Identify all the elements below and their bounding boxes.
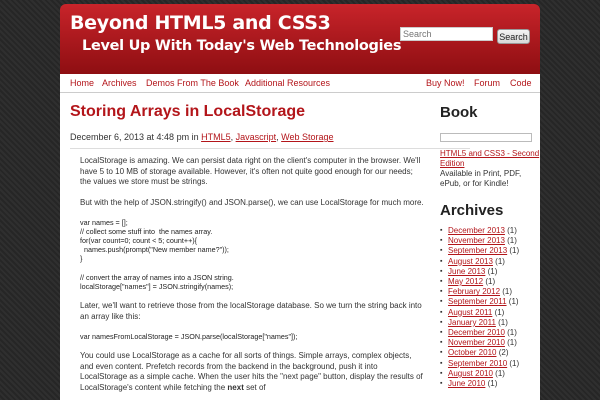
- archive-link[interactable]: September 2010: [448, 359, 507, 368]
- archive-item: November 2010 (1): [440, 338, 540, 348]
- archive-link[interactable]: August 2011: [448, 308, 492, 317]
- archive-link[interactable]: June 2010: [448, 379, 485, 388]
- archive-item: September 2013 (1): [440, 246, 540, 256]
- archive-count: (1): [495, 317, 508, 327]
- archive-item: August 2011 (1): [440, 308, 540, 318]
- book-widget-title: Book: [440, 104, 478, 121]
- archives-list: December 2013 (1) November 2013 (1) Sept…: [440, 226, 540, 389]
- archive-link[interactable]: November 2010: [448, 338, 505, 347]
- category-link-javascript[interactable]: Javascript: [236, 132, 277, 142]
- site-tagline: Level Up With Today's Web Technologies: [82, 38, 402, 54]
- archive-link[interactable]: November 2013: [448, 236, 505, 245]
- archive-item: January 2011 (1): [440, 318, 540, 328]
- category-link-web-storage[interactable]: Web Storage: [281, 132, 333, 142]
- archive-count: (1): [504, 226, 517, 235]
- archive-count: (1): [483, 277, 496, 287]
- archive-link[interactable]: January 2011: [448, 318, 496, 327]
- post-meta: December 6, 2013 at 4:48 pm in HTML5, Ja…: [70, 132, 334, 142]
- archive-item: September 2011 (1): [440, 297, 540, 307]
- archive-count: (1): [492, 307, 505, 317]
- archive-link[interactable]: October 2010: [448, 348, 496, 357]
- site-title[interactable]: Beyond HTML5 and CSS3: [70, 12, 331, 34]
- sidebar: Book HTML5 and CSS3 - Second Edition Ava…: [440, 104, 540, 389]
- archive-item: August 2013 (1): [440, 257, 540, 267]
- nav-additional-resources[interactable]: Additional Resources: [245, 78, 330, 88]
- book-description: Available in Print, PDF, ePub, or for Ki…: [440, 169, 522, 188]
- site-header: Beyond HTML5 and CSS3 Level Up With Toda…: [60, 4, 540, 74]
- archive-link[interactable]: August 2010: [448, 369, 493, 378]
- archive-item: December 2010 (1): [440, 328, 540, 338]
- archive-link[interactable]: May 2012: [448, 277, 483, 286]
- archive-count: (1): [485, 379, 498, 389]
- paragraph: Later, we'll want to retrieve those from…: [80, 301, 422, 321]
- archive-count: (1): [504, 236, 517, 246]
- post-body: LocalStorage is amazing. We can persist …: [80, 156, 426, 400]
- nav-demos[interactable]: Demos From The Book: [146, 78, 239, 88]
- book-link[interactable]: HTML5 and CSS3 - Second Edition: [440, 149, 540, 169]
- page-content: Home Archives Demos From The Book Additi…: [60, 74, 540, 400]
- post-title[interactable]: Storing Arrays in LocalStorage: [70, 103, 305, 121]
- archive-item: June 2013 (1): [440, 267, 540, 277]
- category-link-html5[interactable]: HTML5: [201, 132, 231, 142]
- archive-item: August 2010 (1): [440, 369, 540, 379]
- archive-count: (2): [496, 348, 509, 358]
- paragraph: LocalStorage is amazing. We can persist …: [80, 156, 421, 186]
- nav-forum[interactable]: Forum: [474, 78, 500, 88]
- archive-item: December 2013 (1): [440, 226, 540, 236]
- archive-count: (1): [504, 328, 517, 338]
- divider: [70, 148, 470, 149]
- search-button[interactable]: Search: [497, 29, 530, 44]
- archive-item: November 2013 (1): [440, 236, 540, 246]
- bold-text: next: [227, 382, 244, 392]
- archive-link[interactable]: September 2011: [448, 297, 507, 306]
- main-nav: Home Archives Demos From The Book Additi…: [60, 74, 540, 93]
- code-block: var names = []; // collect some stuff in…: [80, 218, 229, 263]
- archive-link[interactable]: December 2010: [448, 328, 505, 337]
- paragraph: But with the help of JSON.stringify() an…: [80, 197, 424, 207]
- archive-count: (1): [504, 338, 517, 348]
- archive-count: (1): [507, 246, 520, 256]
- post-date: December 6, 2013 at 4:48 pm in: [70, 132, 202, 142]
- archive-link[interactable]: December 2013: [448, 226, 505, 235]
- archive-item: May 2012 (1): [440, 277, 540, 287]
- code-block: var namesFromLocalStorage = JSON.parse(l…: [80, 332, 298, 341]
- archive-item: June 2010 (1): [440, 379, 540, 389]
- archive-item: October 2010 (2): [440, 348, 540, 358]
- archive-link[interactable]: August 2013: [448, 257, 493, 266]
- archive-link[interactable]: February 2012: [448, 287, 500, 296]
- archive-count: (1): [500, 287, 513, 297]
- archive-count: (1): [506, 297, 519, 307]
- archive-link[interactable]: June 2013: [448, 267, 485, 276]
- archives-widget-title: Archives: [440, 202, 504, 219]
- paragraph-text: set of: [243, 382, 266, 392]
- archive-count: (1): [507, 358, 520, 368]
- archive-count: (1): [492, 368, 505, 378]
- search-input[interactable]: [400, 27, 493, 41]
- code-block: // convert the array of names into a JSO…: [80, 273, 234, 291]
- nav-code[interactable]: Code: [510, 78, 532, 88]
- archive-count: (1): [492, 256, 505, 266]
- sidebar-search-field[interactable]: [440, 133, 532, 142]
- nav-home[interactable]: Home: [70, 78, 94, 88]
- nav-buy-now[interactable]: Buy Now!: [426, 78, 465, 88]
- nav-archives[interactable]: Archives: [102, 78, 137, 88]
- archive-link[interactable]: September 2013: [448, 246, 507, 255]
- archive-count: (1): [485, 266, 498, 276]
- archive-item: September 2010 (1): [440, 359, 540, 369]
- paragraph: You could use LocalStorage as a cache fo…: [80, 351, 426, 393]
- archive-item: February 2012 (1): [440, 287, 540, 297]
